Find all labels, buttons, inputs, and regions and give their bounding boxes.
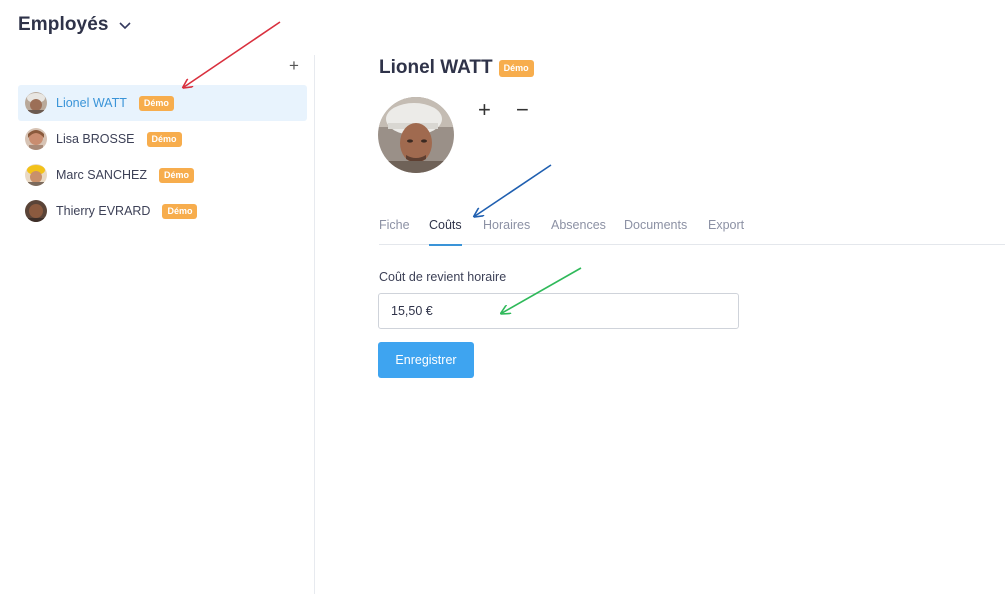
- page-title[interactable]: Employés: [18, 14, 131, 36]
- avatar: [25, 92, 47, 114]
- employee-item-lisa-brosse[interactable]: Lisa BROSSE Démo: [18, 121, 307, 157]
- tab-export[interactable]: Export: [708, 215, 744, 245]
- employee-list: Lionel WATT Démo Lisa BROSSE Démo Marc S…: [18, 85, 307, 229]
- tab-absences[interactable]: Absences: [551, 215, 606, 245]
- employee-sidebar: + Lionel WATT Démo Lisa BROSSE Démo Marc…: [0, 55, 315, 594]
- employee-item-lionel-watt[interactable]: Lionel WATT Démo: [18, 85, 307, 121]
- employee-name: Lisa BROSSE: [56, 132, 135, 146]
- page-title-text: Employés: [18, 14, 109, 35]
- tab-couts[interactable]: Coûts: [429, 215, 462, 246]
- employee-item-thierry-evrard[interactable]: Thierry EVRARD Démo: [18, 193, 307, 229]
- demo-badge: Démo: [138, 95, 174, 111]
- blue-arrow: [475, 164, 552, 216]
- employee-header: Lionel WATT Démo: [379, 57, 534, 79]
- employee-name: Lionel WATT: [56, 96, 127, 110]
- employee-name: Marc SANCHEZ: [56, 168, 147, 182]
- employee-title: Lionel WATT: [379, 57, 493, 78]
- demo-badge: Démo: [146, 131, 182, 147]
- employee-photo: [378, 97, 454, 173]
- demo-badge: Démo: [162, 203, 198, 219]
- add-photo-button[interactable]: +: [478, 98, 491, 122]
- chevron-down-icon: [118, 17, 131, 35]
- employee-name: Thierry EVRARD: [56, 204, 151, 218]
- save-button[interactable]: Enregistrer: [378, 342, 474, 378]
- employee-tabs: Fiche Coûts Horaires Absences Documents …: [379, 215, 1005, 246]
- tab-fiche[interactable]: Fiche: [379, 215, 410, 245]
- demo-badge: Démo: [498, 59, 534, 77]
- tab-horaires[interactable]: Horaires: [483, 215, 530, 245]
- employee-item-marc-sanchez[interactable]: Marc SANCHEZ Démo: [18, 157, 307, 193]
- avatar: [25, 200, 47, 222]
- add-employee-button[interactable]: +: [289, 56, 299, 76]
- remove-photo-button[interactable]: −: [516, 98, 529, 122]
- avatar: [25, 128, 47, 150]
- avatar: [25, 164, 47, 186]
- hourly-cost-label: Coût de revient horaire: [379, 270, 507, 284]
- hourly-cost-input[interactable]: [378, 293, 739, 329]
- tab-documents[interactable]: Documents: [624, 215, 687, 245]
- demo-badge: Démo: [158, 167, 194, 183]
